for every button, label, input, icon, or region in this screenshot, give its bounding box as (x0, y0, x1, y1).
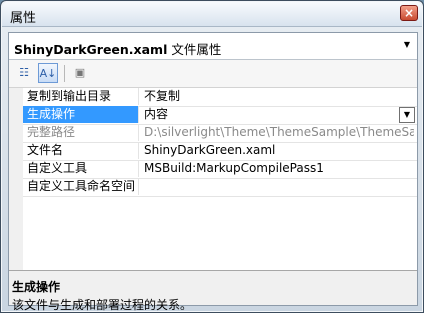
grid-margin (9, 88, 23, 270)
property-value[interactable]: ShinyDarkGreen.xaml (144, 142, 414, 159)
property-row-build-action[interactable]: 生成操作 内容 ▼ (23, 106, 417, 125)
property-row-file-name[interactable]: 文件名 ShinyDarkGreen.xaml (23, 142, 417, 161)
window-title: 属性 (10, 11, 37, 26)
alphabetical-icon[interactable]: A↓ (38, 63, 58, 83)
property-value[interactable] (144, 178, 414, 195)
property-value[interactable]: 内容 (144, 106, 414, 123)
chevron-down-icon[interactable]: ▼ (404, 40, 410, 49)
property-name: 生成操作 (23, 106, 139, 123)
chevron-down-icon[interactable]: ▼ (399, 107, 415, 123)
properties-panel: ShinyDarkGreen.xaml 文件属性 ▼ ☷ A↓ ▣ 复制到输出目… (8, 32, 418, 312)
property-row-copy-to-output[interactable]: 复制到输出目录 不复制 (23, 88, 417, 107)
selected-object: ShinyDarkGreen.xaml 文件属性 (14, 39, 221, 58)
property-name: 自定义工具 (23, 160, 139, 177)
property-value[interactable]: 不复制 (144, 88, 414, 105)
property-name: 文件名 (23, 142, 139, 159)
categorized-icon[interactable]: ☷ (14, 63, 34, 83)
property-name: 复制到输出目录 (23, 88, 139, 105)
description-text: 该文件与生成和部署过程的关系。 (12, 298, 193, 312)
toolbar-separator (64, 65, 65, 82)
property-pages-icon[interactable]: ▣ (70, 63, 90, 83)
properties-toolbar: ☷ A↓ ▣ (9, 60, 417, 88)
property-name: 完整路径 (23, 124, 139, 141)
property-row-custom-tool[interactable]: 自定义工具 MSBuild:MarkupCompilePass1 (23, 160, 417, 179)
property-grid: 复制到输出目录 不复制 生成操作 内容 ▼ 完整路径 D:\silverligh… (9, 88, 417, 271)
close-icon[interactable]: × (400, 5, 418, 21)
property-value[interactable]: MSBuild:MarkupCompilePass1 (144, 160, 414, 177)
property-row-full-path[interactable]: 完整路径 D:\silverlight\Theme\ThemeSample\Th… (23, 124, 417, 143)
description-title: 生成操作 (12, 280, 61, 294)
property-row-custom-tool-namespace[interactable]: 自定义工具命名空间 (23, 178, 417, 197)
object-selector[interactable]: ShinyDarkGreen.xaml 文件属性 ▼ (9, 33, 417, 60)
title-bar[interactable]: 属性 × (2, 2, 422, 27)
property-value: D:\silverlight\Theme\ThemeSample\ThemeSa… (144, 125, 414, 139)
object-type: 文件属性 (171, 42, 222, 57)
property-name: 自定义工具命名空间 (23, 178, 139, 195)
properties-window: 属性 × ShinyDarkGreen.xaml 文件属性 ▼ ☷ A↓ ▣ 复… (0, 0, 424, 313)
object-name: ShinyDarkGreen.xaml (14, 42, 168, 57)
